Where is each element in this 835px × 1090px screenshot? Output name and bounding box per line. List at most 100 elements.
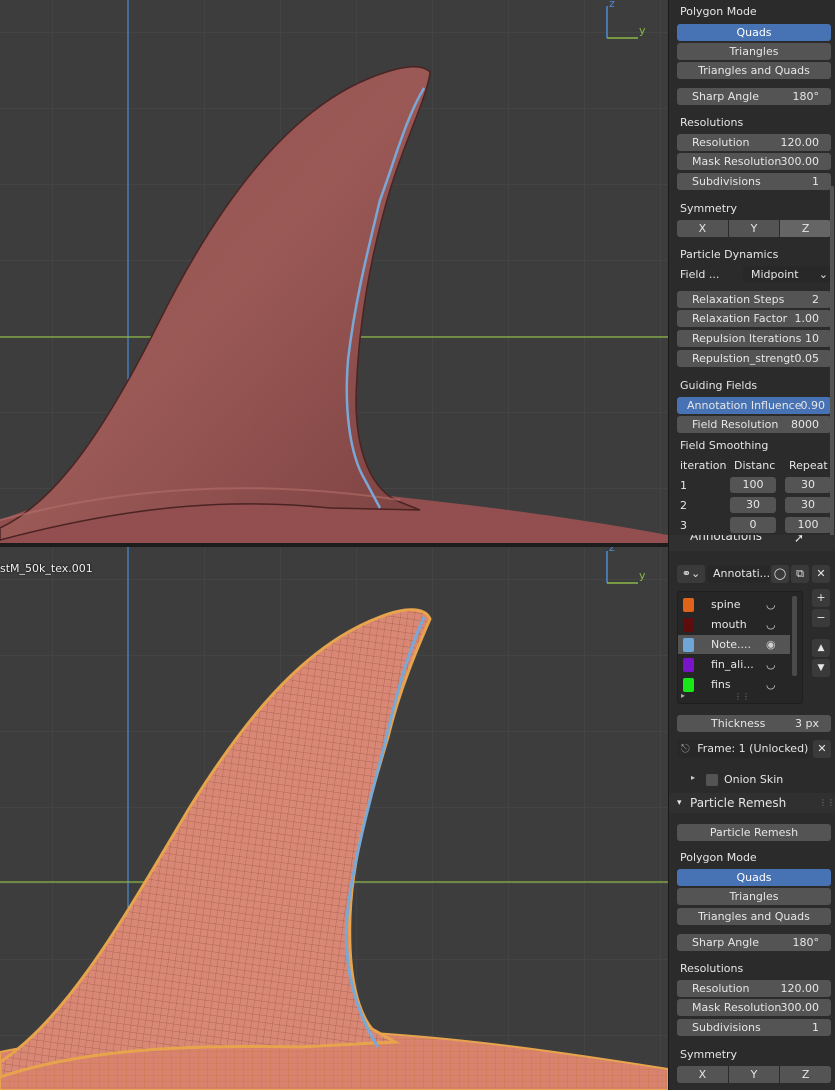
relaxation-steps-field[interactable]: Relaxation Steps 2 bbox=[677, 291, 831, 308]
annotation-influence-slider[interactable]: Annotation Influence 0.90 bbox=[677, 397, 831, 414]
resolutions-label: Resolutions bbox=[680, 962, 744, 975]
subdivisions-field[interactable]: Subdivisions 1 bbox=[677, 173, 831, 190]
list-item[interactable]: fin_ali... ◡ bbox=[678, 655, 790, 674]
poly-mode-triangles[interactable]: Triangles bbox=[677, 888, 831, 905]
poly-mode-quads[interactable]: Quads bbox=[677, 24, 831, 41]
symmetry-toggle[interactable]: X Y Z bbox=[677, 1066, 832, 1083]
axis-gizmo-bottom[interactable]: z y bbox=[604, 547, 648, 587]
annotations-header[interactable]: Annotations ➚ bbox=[669, 535, 835, 551]
symmetry-x[interactable]: X bbox=[677, 1066, 728, 1083]
expand-arrow-icon[interactable]: ▸ bbox=[681, 691, 685, 700]
repulsion-iterations-field[interactable]: Repulsion Iterations 10 bbox=[677, 330, 831, 347]
expand-arrow-icon[interactable]: ▸ bbox=[691, 773, 695, 782]
object-name-label: stM_50k_tex.001 bbox=[0, 562, 93, 575]
list-item[interactable]: mouth ◡ bbox=[678, 615, 790, 634]
layer-color-swatch[interactable] bbox=[683, 618, 694, 632]
list-item[interactable]: spine ◡ bbox=[678, 595, 790, 614]
eye-closed-icon[interactable]: ◡ bbox=[766, 615, 776, 634]
layer-name: mouth bbox=[711, 618, 747, 631]
layer-color-swatch[interactable] bbox=[683, 658, 694, 672]
drag-handle-icon[interactable]: ⋮⋮ bbox=[819, 793, 835, 813]
subdivisions-field[interactable]: Subdivisions 1 bbox=[677, 1019, 831, 1036]
collapse-arrow-icon[interactable]: ▾ bbox=[677, 793, 682, 813]
frame-field[interactable]: ⎋ Frame: 1 (Unlocked) bbox=[677, 740, 809, 758]
repulsion-iterations-label: Repulsion Iterations bbox=[692, 332, 802, 345]
poly-mode-tris-quads[interactable]: Triangles and Quads bbox=[677, 62, 831, 79]
smoothing-header-iteration: iteration bbox=[680, 459, 727, 472]
smoothing-distance-input[interactable]: 100 bbox=[730, 477, 776, 493]
sharp-angle-field[interactable]: Sharp Angle 180° bbox=[677, 934, 831, 951]
eye-closed-icon[interactable]: ◡ bbox=[766, 655, 776, 674]
smoothing-repeat-input[interactable]: 100 bbox=[785, 517, 831, 533]
thickness-field[interactable]: Thickness 3 px bbox=[677, 715, 831, 732]
resolution-label: Resolution bbox=[692, 982, 750, 995]
mask-resolution-label: Mask Resolution bbox=[692, 155, 782, 168]
panel-scrollbar[interactable] bbox=[830, 186, 834, 541]
annotation-type-icon[interactable]: ⚭⌄ bbox=[677, 565, 705, 583]
remove-layer-icon[interactable]: − bbox=[812, 609, 830, 627]
frame-row[interactable]: ⎋ Frame: 1 (Unlocked) ✕ bbox=[677, 740, 831, 758]
onion-skin-checkbox[interactable] bbox=[706, 774, 718, 786]
pin-icon[interactable]: ➚ bbox=[794, 535, 804, 546]
poly-mode-tris-quads[interactable]: Triangles and Quads bbox=[677, 908, 831, 925]
resolution-field[interactable]: Resolution 120.00 bbox=[677, 980, 831, 997]
smoothing-header-distance: Distanc bbox=[734, 459, 776, 472]
poly-mode-triangles[interactable]: Triangles bbox=[677, 43, 831, 60]
particle-remesh-header[interactable]: ▾ Particle Remesh ⋮⋮ bbox=[669, 793, 835, 813]
symmetry-y[interactable]: Y bbox=[728, 1066, 780, 1083]
smoothing-distance-input[interactable]: 30 bbox=[730, 497, 776, 513]
move-up-icon[interactable]: ▲ bbox=[812, 639, 830, 657]
layer-color-swatch[interactable] bbox=[683, 598, 694, 612]
list-scrollbar[interactable] bbox=[792, 596, 797, 676]
symmetry-z[interactable]: Z bbox=[780, 1066, 832, 1083]
symmetry-y[interactable]: Y bbox=[728, 220, 780, 237]
relaxation-factor-field[interactable]: Relaxation Factor 1.00 bbox=[677, 310, 831, 327]
relaxation-steps-label: Relaxation Steps bbox=[692, 293, 785, 306]
resolution-field[interactable]: Resolution 120.00 bbox=[677, 134, 831, 151]
move-down-icon[interactable]: ▼ bbox=[812, 659, 830, 677]
relaxation-factor-label: Relaxation Factor bbox=[692, 312, 788, 325]
smoothing-repeat-input[interactable]: 30 bbox=[785, 477, 831, 493]
duplicate-icon[interactable]: ⧉ bbox=[791, 565, 809, 583]
close-icon[interactable]: ✕ bbox=[812, 565, 830, 583]
axis-gizmo[interactable]: z y bbox=[604, 0, 648, 40]
annotation-datablock-row[interactable]: ⚭⌄ Annotati... ◯ ⧉ ✕ bbox=[677, 565, 831, 583]
eye-icon[interactable]: ◉ bbox=[766, 635, 776, 654]
relaxation-steps-value: 2 bbox=[812, 293, 819, 306]
viewport-bottom-canvas[interactable] bbox=[0, 547, 668, 1090]
sharp-angle-value: 180° bbox=[792, 90, 820, 103]
sharp-angle-field[interactable]: Sharp Angle 180° bbox=[677, 88, 831, 105]
sharp-angle-value: 180° bbox=[792, 936, 820, 949]
annotation-influence-value: 0.90 bbox=[800, 399, 826, 412]
subdivisions-value: 1 bbox=[812, 175, 819, 188]
smoothing-repeat-input[interactable]: 30 bbox=[785, 497, 831, 513]
field-resolution-label: Field Resolution bbox=[692, 418, 779, 431]
list-item[interactable]: Note.... ◉ bbox=[678, 635, 790, 654]
field-resolution-field[interactable]: Field Resolution 8000 bbox=[677, 416, 831, 433]
mask-resolution-field[interactable]: Mask Resolution 300.00 bbox=[677, 999, 831, 1016]
fake-user-shield-icon[interactable]: ◯ bbox=[771, 565, 789, 583]
repulsion-strength-field[interactable]: Repulstion_strengt 0.05 bbox=[677, 350, 831, 367]
poly-mode-quads[interactable]: Quads bbox=[677, 869, 831, 886]
symmetry-z[interactable]: Z bbox=[780, 220, 832, 237]
annotation-layer-list[interactable]: spine ◡ mouth ◡ Note.... ◉ fin_ali... ◡ … bbox=[677, 591, 803, 704]
mask-resolution-value: 300.00 bbox=[780, 155, 820, 168]
mask-resolution-field[interactable]: Mask Resolution 300.00 bbox=[677, 153, 831, 170]
eye-closed-icon[interactable]: ◡ bbox=[766, 675, 776, 694]
resize-grip-icon[interactable]: ⋮⋮ bbox=[734, 692, 750, 701]
close-icon[interactable]: ✕ bbox=[813, 740, 831, 758]
properties-panel[interactable]: Polygon Mode Quads Triangles Triangles a… bbox=[668, 0, 835, 1090]
symmetry-x[interactable]: X bbox=[677, 220, 728, 237]
viewport-top[interactable]: z y bbox=[0, 0, 668, 543]
symmetry-toggle[interactable]: X Y Z bbox=[677, 220, 832, 237]
annotation-datablock-name[interactable]: Annotati... bbox=[707, 565, 769, 583]
add-layer-icon[interactable]: + bbox=[812, 589, 830, 607]
layer-color-swatch[interactable] bbox=[683, 678, 694, 692]
viewport-top-canvas[interactable] bbox=[0, 0, 668, 543]
particle-remesh-button[interactable]: Particle Remesh bbox=[677, 824, 831, 841]
viewport-bottom[interactable]: stM_50k_tex.001 z y bbox=[0, 547, 668, 1090]
field-dropdown[interactable]: Midpoint ⌄ bbox=[743, 266, 832, 283]
layer-color-swatch[interactable] bbox=[683, 638, 694, 652]
smoothing-distance-input[interactable]: 0 bbox=[730, 517, 776, 533]
eye-closed-icon[interactable]: ◡ bbox=[766, 595, 776, 614]
